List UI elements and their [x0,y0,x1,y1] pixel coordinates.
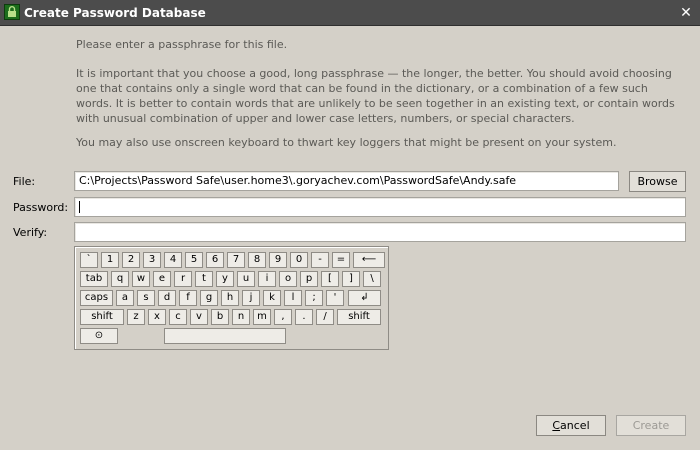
key[interactable]: 2 [122,252,140,268]
key[interactable]: 8 [248,252,266,268]
key[interactable]: b [211,309,229,325]
key[interactable]: 0 [290,252,308,268]
key[interactable]: s [137,290,155,306]
file-label: File: [13,175,36,188]
key[interactable]: k [263,290,281,306]
key[interactable]: , [274,309,292,325]
tab-key[interactable]: tab [80,271,108,287]
key[interactable]: c [169,309,187,325]
key[interactable]: 3 [143,252,161,268]
key[interactable]: ; [305,290,323,306]
key[interactable]: ' [326,290,344,306]
cancel-mnemonic: C [552,419,561,432]
key[interactable]: = [332,252,350,268]
key[interactable]: ` [80,252,98,268]
key[interactable]: 7 [227,252,245,268]
radio-toggle-key[interactable]: ⊙ [80,328,118,344]
password-label: Password: [13,201,69,214]
verify-field[interactable] [74,222,686,242]
create-button[interactable]: Create [616,415,686,436]
key[interactable]: / [316,309,334,325]
key[interactable]: a [116,290,134,306]
key[interactable]: j [242,290,260,306]
enter-key[interactable]: ↲ [348,290,381,306]
browse-button[interactable]: Browse [629,171,686,192]
key[interactable]: g [200,290,218,306]
lock-icon [4,4,20,20]
key[interactable]: x [148,309,166,325]
key[interactable]: i [258,271,276,287]
instruction-text-1: Please enter a passphrase for this file. [76,38,288,51]
instruction-text-2: It is important that you choose a good, … [76,67,675,125]
key[interactable]: 4 [164,252,182,268]
key[interactable]: \ [363,271,381,287]
key[interactable]: y [216,271,234,287]
key[interactable]: d [158,290,176,306]
key[interactable]: e [153,271,171,287]
text-caret [79,201,80,213]
shift-key[interactable]: shift [80,309,124,325]
key[interactable]: - [311,252,329,268]
key[interactable]: t [195,271,213,287]
title-bar: Create Password Database ✕ [0,0,700,26]
cancel-label: ancel [560,419,590,432]
key[interactable]: . [295,309,313,325]
key[interactable]: m [253,309,271,325]
key[interactable]: v [190,309,208,325]
key[interactable]: [ [321,271,339,287]
verify-label: Verify: [13,226,48,239]
window-title: Create Password Database [24,6,206,20]
key[interactable]: h [221,290,239,306]
shift-key[interactable]: shift [337,309,381,325]
space-key[interactable] [164,328,286,344]
key[interactable]: n [232,309,250,325]
key[interactable]: u [237,271,255,287]
instruction-text-3: You may also use onscreen keyboard to th… [76,136,617,149]
key[interactable]: 9 [269,252,287,268]
file-path-field[interactable]: C:\Projects\Password Safe\user.home3\.go… [74,171,619,191]
key[interactable]: 6 [206,252,224,268]
key[interactable]: 5 [185,252,203,268]
key[interactable]: p [300,271,318,287]
key[interactable]: ] [342,271,360,287]
key[interactable]: o [279,271,297,287]
onscreen-keyboard: ` 1 2 3 4 5 6 7 8 9 0- = ⟵ tab q w e r t y u i o p[] \ caps a s d f g h… [74,246,389,350]
key[interactable]: z [127,309,145,325]
backspace-key[interactable]: ⟵ [353,252,385,268]
close-icon[interactable]: ✕ [678,5,694,21]
cancel-button[interactable]: Cancel [536,415,606,436]
key[interactable]: f [179,290,197,306]
key[interactable]: q [111,271,129,287]
caps-key[interactable]: caps [80,290,113,306]
key[interactable]: r [174,271,192,287]
key[interactable]: 1 [101,252,119,268]
key[interactable]: w [132,271,150,287]
key[interactable]: l [284,290,302,306]
password-field[interactable] [74,197,686,217]
